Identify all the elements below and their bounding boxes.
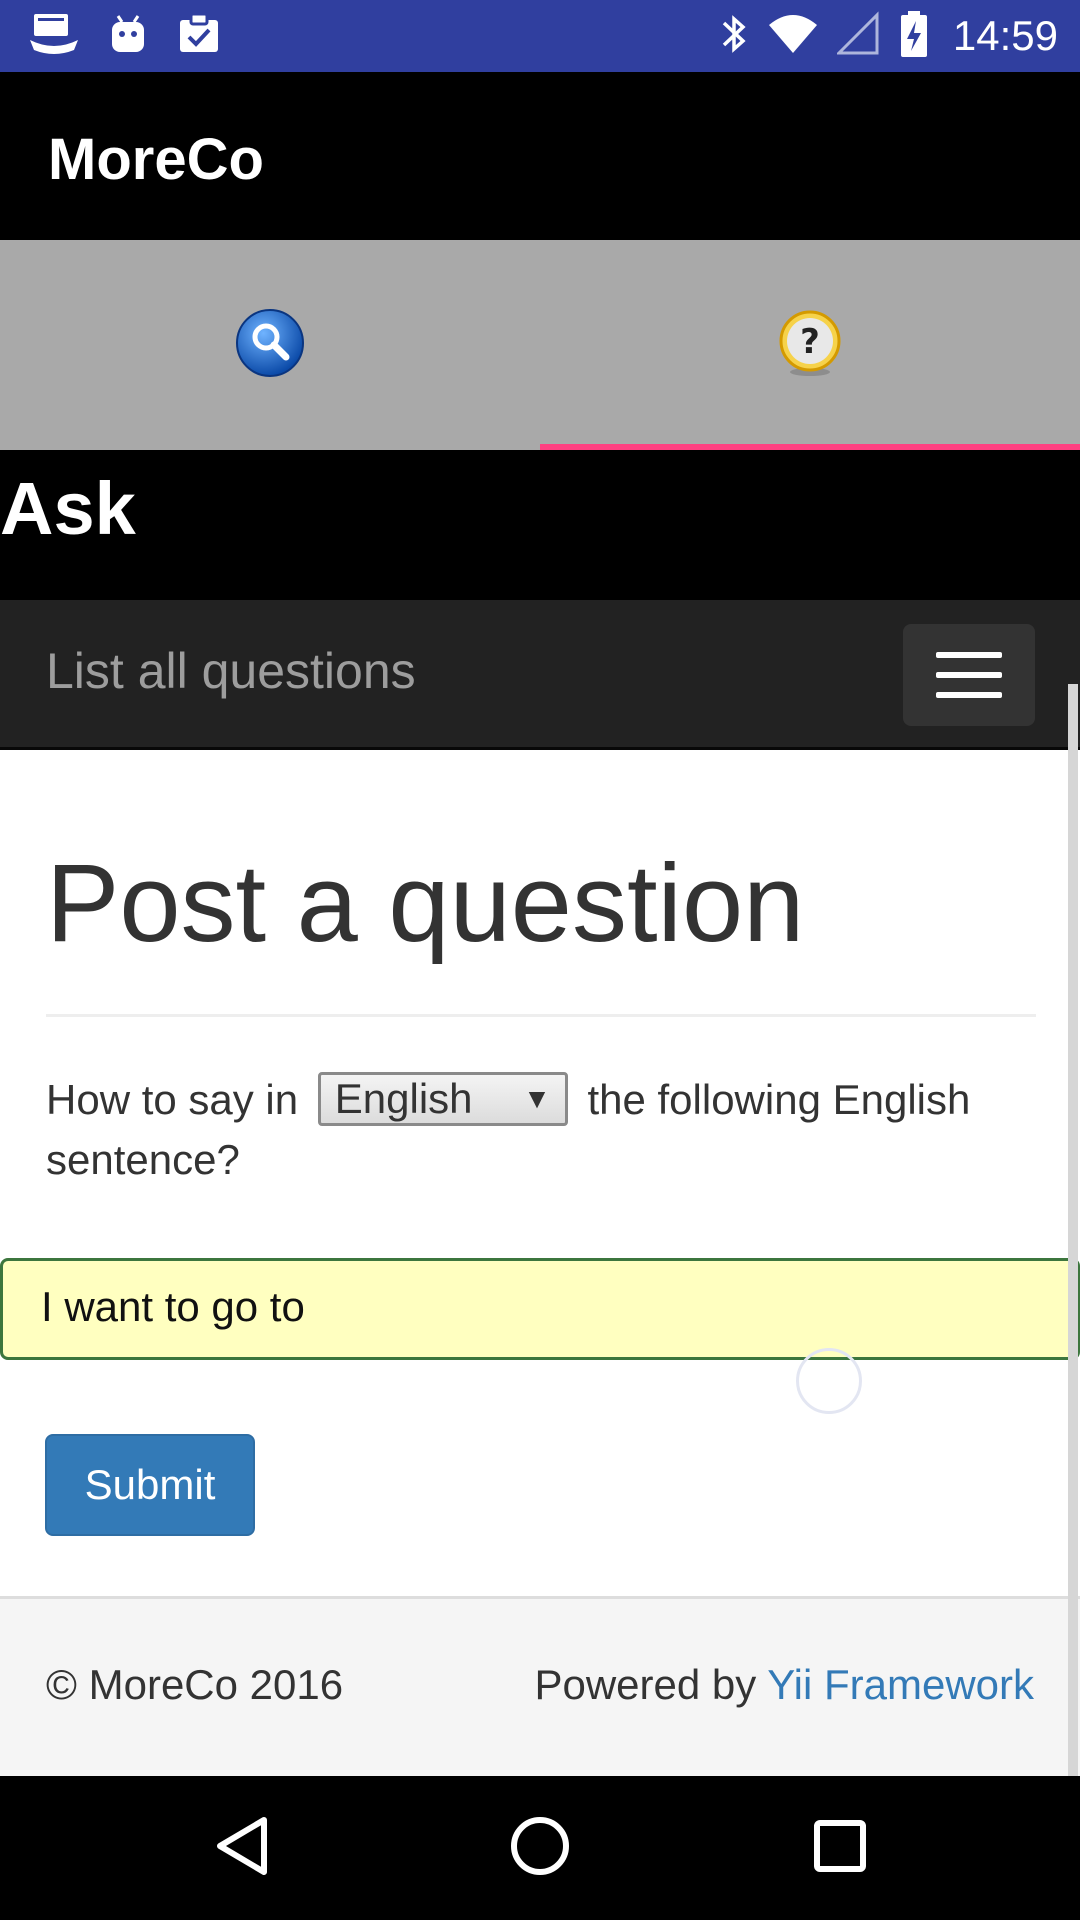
app-title: MoreCo <box>48 127 264 192</box>
sentence-input[interactable]: I want to go to <box>0 1258 1080 1360</box>
scrollbar[interactable] <box>1068 684 1078 1776</box>
back-button[interactable] <box>172 1776 312 1920</box>
ship-icon <box>28 10 80 63</box>
footer-copyright: © MoreCo 2016 <box>46 1661 344 1708</box>
clipboard-check-icon <box>176 10 222 63</box>
touch-indicator <box>796 1348 862 1414</box>
chevron-down-icon: ▼ <box>523 1082 551 1114</box>
back-icon <box>212 1814 272 1883</box>
svg-text:?: ? <box>800 322 820 362</box>
bluetooth-icon <box>719 11 749 62</box>
yii-framework-link[interactable]: Yii Framework <box>767 1661 1034 1708</box>
tab-ask[interactable]: ? <box>540 240 1080 450</box>
powered-by-text: Powered by <box>534 1661 757 1708</box>
submit-button[interactable]: Submit <box>45 1434 255 1536</box>
language-select[interactable]: English ▼ <box>317 1071 568 1126</box>
status-time: 14:59 <box>952 12 1058 59</box>
status-bar: 14:59 <box>0 0 1080 72</box>
page-header: Ask <box>0 450 1080 600</box>
recents-icon <box>812 1818 868 1879</box>
footer-powered-by: Powered by Yii Framework <box>534 1661 1034 1709</box>
page-title: Post a question <box>46 842 805 965</box>
footer: © MoreCo 2016 Powered by Yii Framework <box>0 1596 1080 1776</box>
question-prompt: How to say in English ▼ the following En… <box>46 1070 1036 1190</box>
tab-search[interactable] <box>0 240 540 450</box>
recents-button[interactable] <box>770 1776 910 1920</box>
home-button[interactable] <box>470 1776 610 1920</box>
page-header-title: Ask <box>0 467 136 550</box>
app-bar: MoreCo <box>0 72 1080 240</box>
language-select-value: English <box>334 1074 473 1122</box>
cell-signal-icon <box>835 10 881 62</box>
sentence-input-value: I want to go to <box>41 1283 305 1330</box>
navbar: List all questions <box>0 600 1080 750</box>
navbar-brand-link[interactable]: List all questions <box>46 642 416 700</box>
divider <box>46 1014 1036 1017</box>
home-icon <box>509 1815 571 1882</box>
help-icon: ? <box>777 308 843 383</box>
wifi-icon <box>767 11 819 62</box>
question-prefix: How to say in <box>46 1076 299 1123</box>
hamburger-icon <box>936 652 1002 698</box>
battery-charging-icon <box>899 9 929 64</box>
navbar-toggle-button[interactable] <box>903 624 1035 726</box>
system-nav-bar <box>0 1776 1080 1920</box>
tab-bar: ? <box>0 240 1080 450</box>
android-icon <box>108 10 148 63</box>
search-icon <box>234 307 306 384</box>
